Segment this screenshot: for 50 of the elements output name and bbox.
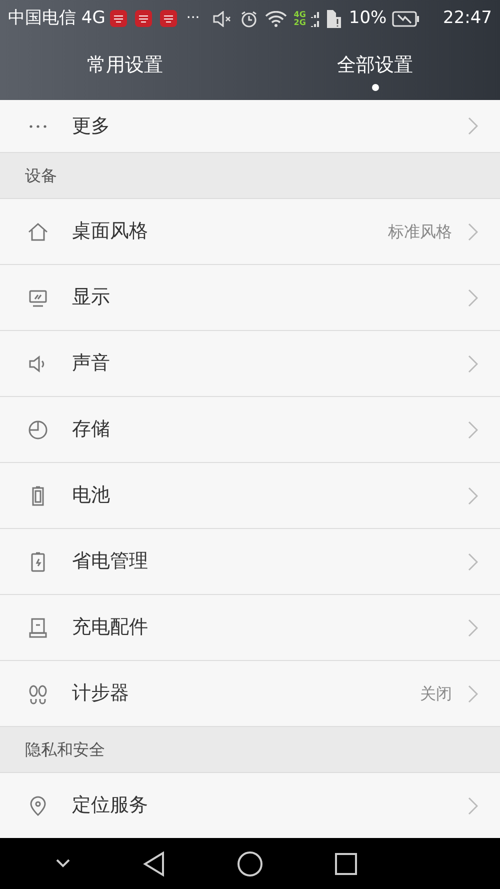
charging-dock-icon — [27, 616, 49, 638]
clock-text: 22:47 — [443, 6, 492, 30]
row-label: 省电管理 — [72, 549, 148, 574]
chevron-right-icon — [468, 684, 478, 702]
tab[interactable]: 全部设置 — [337, 51, 413, 86]
row-label: 计步器 — [72, 681, 129, 706]
notification-icon — [135, 10, 152, 27]
battery-charging-icon — [392, 10, 420, 26]
chevron-right-icon — [468, 222, 478, 240]
chevron-right-icon — [468, 354, 478, 372]
chevron-right-icon — [468, 618, 478, 636]
row-value: 标准风格 — [388, 220, 452, 242]
chevron-right-icon — [468, 117, 478, 135]
notification-icon — [160, 10, 178, 27]
signal-icon — [310, 10, 321, 28]
row-label: 声音 — [72, 351, 110, 376]
row-label: 电池 — [72, 483, 110, 508]
chevron-right-icon — [468, 486, 478, 504]
sim-card-icon — [326, 8, 342, 28]
collapse-icon[interactable] — [56, 859, 70, 868]
row-label: 更多 — [72, 114, 110, 139]
home-icon — [27, 220, 49, 242]
chevron-right-icon — [468, 796, 478, 814]
row-label: 存储 — [72, 417, 110, 442]
alarm-icon — [240, 10, 258, 28]
row-label: 充电配件 — [72, 615, 148, 640]
back-icon[interactable] — [142, 850, 165, 876]
chevron-right-icon — [468, 552, 478, 570]
section-header: 设备 — [25, 164, 57, 186]
pie-chart-icon — [27, 418, 49, 440]
home-icon[interactable] — [236, 850, 263, 876]
row-label: 显示 — [72, 285, 110, 310]
tab[interactable]: 常用设置 — [87, 51, 163, 86]
recent-apps-icon[interactable] — [335, 852, 358, 874]
footprints-icon — [27, 682, 49, 704]
carrier-text: 中国电信 4G — [8, 6, 106, 30]
row-value: 关闭 — [420, 682, 452, 704]
network-type-text: 4G — [294, 10, 306, 18]
notification-icon — [110, 10, 128, 27]
more-icon — [27, 124, 49, 128]
section-header: 隐私和安全 — [25, 738, 105, 760]
battery-percent-text: 10% — [348, 6, 387, 30]
wifi-icon — [264, 10, 287, 26]
row-label: 桌面风格 — [72, 219, 148, 244]
overflow-text: ··· — [186, 9, 200, 28]
row-label: 定位服务 — [72, 793, 148, 818]
network-type-text: 2G — [294, 18, 306, 26]
mute-icon — [212, 10, 233, 26]
chevron-right-icon — [468, 420, 478, 438]
chevron-right-icon — [468, 288, 478, 306]
